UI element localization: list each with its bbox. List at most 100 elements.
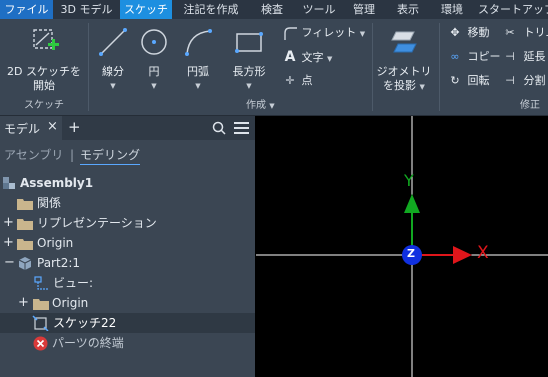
view-icon [34,276,48,290]
start-2d-label-2: 開始 [33,79,55,92]
extend-label: 延長 [523,50,546,63]
rotate-icon: ↻ [450,74,460,87]
close-icon[interactable]: × [47,119,58,134]
z-axis-label: Z [407,247,415,260]
model-browser: モデル × + アセンブリ | モデリング Assembly1 関係 + リプレ… [0,116,255,377]
line-dropdown-icon[interactable]: ▼ [94,79,132,93]
add-tab-icon[interactable]: + [68,118,81,136]
rectangle-icon [235,32,263,53]
create-panel-dropdown-icon[interactable]: ▼ [269,102,274,110]
text-dropdown-icon[interactable]: ▼ [327,55,332,63]
arc-button[interactable]: 円弧 ▼ [178,23,218,93]
tree-label: スケッチ22 [53,316,117,330]
tree-label: ビュー: [53,276,94,290]
modify-panel-label: 修正 [520,100,540,111]
tab-tools[interactable]: ツール [298,0,340,19]
tab-startup[interactable]: スタートアップ [478,0,548,19]
circle-dropdown-icon[interactable]: ▼ [136,79,172,93]
tree-item-assembly[interactable]: Assembly1 [0,173,255,193]
circle-button[interactable]: 円 ▼ [136,23,172,93]
rotate-button[interactable]: ↻ 回転 [446,73,489,89]
modeling-mode-tab[interactable]: モデリング [80,146,141,165]
circle-label: 円 [148,65,160,78]
tab-file[interactable]: ファイル [0,0,53,19]
part-icon [18,257,32,270]
tab-inspect[interactable]: 検査 [252,0,292,19]
split-label: 分割 [523,74,546,87]
point-icon: ✛ [285,74,295,87]
point-label: 点 [301,74,313,87]
fillet-button[interactable]: フィレット ▼ [282,25,365,41]
tree-item-origin[interactable]: + Origin [0,233,255,253]
extend-icon: ⊣ [505,50,515,63]
fillet-dropdown-icon[interactable]: ▼ [360,30,365,38]
expand-icon[interactable]: + [3,233,14,253]
create-panel-label-text: 作成 [246,100,266,111]
collapse-icon[interactable]: − [4,253,15,273]
search-icon[interactable] [212,121,226,135]
text-button[interactable]: A 文字 ▼ [282,49,333,65]
rectangle-button[interactable]: 長方形 ▼ [224,23,274,93]
rectangle-dropdown-icon[interactable]: ▼ [224,79,274,93]
assembly-mode-tab[interactable]: アセンブリ [4,140,63,170]
model-tab-label: モデル [4,122,41,136]
copy-button[interactable]: ∞ コピー [446,49,501,65]
tree-item-end-of-part[interactable]: パーツの終端 [0,333,255,353]
copy-icon: ∞ [450,50,460,63]
tree-label: Origin [37,236,74,250]
ribbon: 2D スケッチを 開始 スケッチ 線分 ▼ 円 ▼ 円弧 ▼ 長方形 ▼ フィレ… [0,19,548,116]
trim-button[interactable]: ✂ トリム [500,25,548,41]
tab-3d-model[interactable]: 3D モデル [55,0,118,19]
folder-icon [17,219,33,230]
tree-item-part-origin[interactable]: + Origin [0,293,255,313]
trim-label: トリム [523,26,548,39]
project-geometry-dropdown-icon[interactable]: ▼ [420,83,425,91]
tab-manage[interactable]: 管理 [345,0,383,19]
rectangle-label: 長方形 [232,65,266,78]
tree-item-part[interactable]: − Part2:1 [0,253,255,273]
split-icon: ⊣ [505,74,515,87]
arc-label: 円弧 [187,65,209,78]
y-axis-label: Y [404,171,414,190]
sketch-canvas[interactable] [256,116,548,377]
menu-icon[interactable] [234,121,249,135]
graphics-viewport[interactable]: Y X Z [256,116,548,377]
expand-icon[interactable]: + [3,213,14,233]
sketch-panel-label: スケッチ [24,100,64,111]
create-panel-label: 作成 ▼ [246,96,275,111]
tab-annotate[interactable]: 注記を作成 [176,0,246,19]
extend-button[interactable]: ⊣ 延長 [500,49,546,65]
expand-icon[interactable]: + [18,293,29,313]
ribbon-separator [439,23,440,111]
tab-view[interactable]: 表示 [388,0,428,19]
tab-environment[interactable]: 環境 [432,0,472,19]
start-2d-label: 2D スケッチを [7,65,81,78]
move-icon: ✥ [450,26,460,39]
model-tab[interactable]: モデル × [0,116,62,140]
tab-sketch[interactable]: スケッチ [120,0,172,19]
menu-bar: ファイル 3D モデル スケッチ 注記を作成 検査 ツール 管理 表示 環境 ス… [0,0,548,19]
arc-dropdown-icon[interactable]: ▼ [178,79,218,93]
tree-item-sketch[interactable]: スケッチ22 [0,313,255,333]
copy-label: コピー [467,50,501,63]
y-axis-arrowhead [404,194,420,213]
browser-mode-bar: アセンブリ | モデリング [0,140,255,170]
move-button[interactable]: ✥ 移動 [446,25,489,41]
tree-label: Assembly1 [20,176,94,190]
tree-item-view[interactable]: ビュー: [0,273,255,293]
project-geometry-label-2: を投影 ▼ [376,79,432,94]
split-button[interactable]: ⊣ 分割 [500,73,546,89]
line-button[interactable]: 線分 ▼ [94,23,132,93]
project-geometry-icon [391,31,417,53]
tree-item-representations[interactable]: + リプレゼンテーション [0,213,255,233]
circle-icon [141,29,167,55]
project-geometry-button[interactable]: ジオメトリ を投影 ▼ [376,23,432,95]
end-of-part-icon [33,336,48,351]
line-icon [99,28,127,56]
point-button[interactable]: ✛ 点 [282,73,313,89]
sketch-icon [32,315,49,331]
text-icon: A [284,49,296,65]
tree-item-relations[interactable]: 関係 [0,193,255,213]
trim-icon: ✂ [505,26,515,39]
start-2d-sketch-button[interactable]: 2D スケッチを 開始 [6,23,82,93]
